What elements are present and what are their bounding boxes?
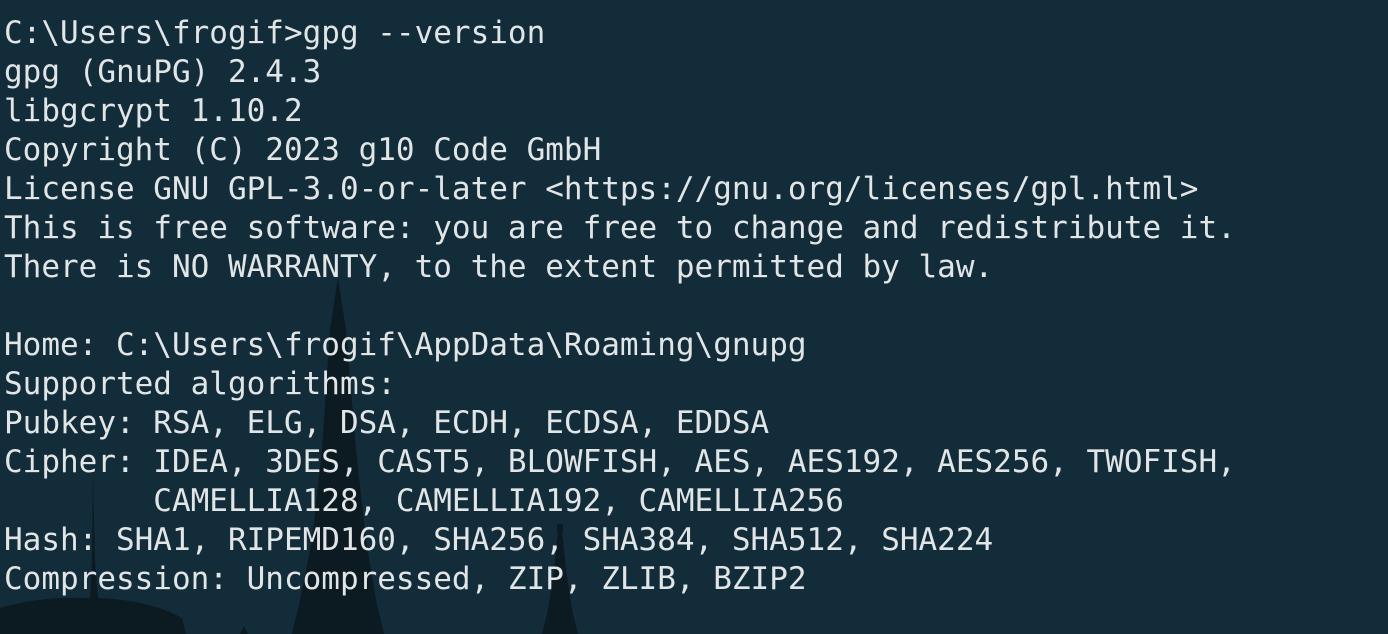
- output-line: CAMELLIA128, CAMELLIA192, CAMELLIA256: [4, 483, 844, 519]
- output-line: License GNU GPL-3.0-or-later <https://gn…: [4, 171, 1199, 207]
- terminal-window[interactable]: C:\Users\frogif>gpg --version gpg (GnuPG)…: [0, 0, 1388, 634]
- output-line: Cipher: IDEA, 3DES, CAST5, BLOWFISH, AES…: [4, 444, 1236, 480]
- output-line: Home: C:\Users\frogif\AppData\Roaming\gn…: [4, 327, 807, 363]
- output-line: libgcrypt 1.10.2: [4, 93, 303, 129]
- output-line: Copyright (C) 2023 g10 Code GmbH: [4, 132, 602, 168]
- output-line: This is free software: you are free to c…: [4, 210, 1236, 246]
- terminal-output: C:\Users\frogif>gpg --version gpg (GnuPG)…: [4, 14, 1236, 599]
- output-line: Pubkey: RSA, ELG, DSA, ECDH, ECDSA, EDDS…: [4, 405, 770, 441]
- prompt-command-line: C:\Users\frogif>gpg --version: [4, 15, 546, 51]
- output-line: Supported algorithms:: [4, 366, 396, 402]
- output-line: gpg (GnuPG) 2.4.3: [4, 54, 322, 90]
- output-line: Hash: SHA1, RIPEMD160, SHA256, SHA384, S…: [4, 522, 994, 558]
- output-line: Compression: Uncompressed, ZIP, ZLIB, BZ…: [4, 561, 807, 597]
- output-line: There is NO WARRANTY, to the extent perm…: [4, 249, 994, 285]
